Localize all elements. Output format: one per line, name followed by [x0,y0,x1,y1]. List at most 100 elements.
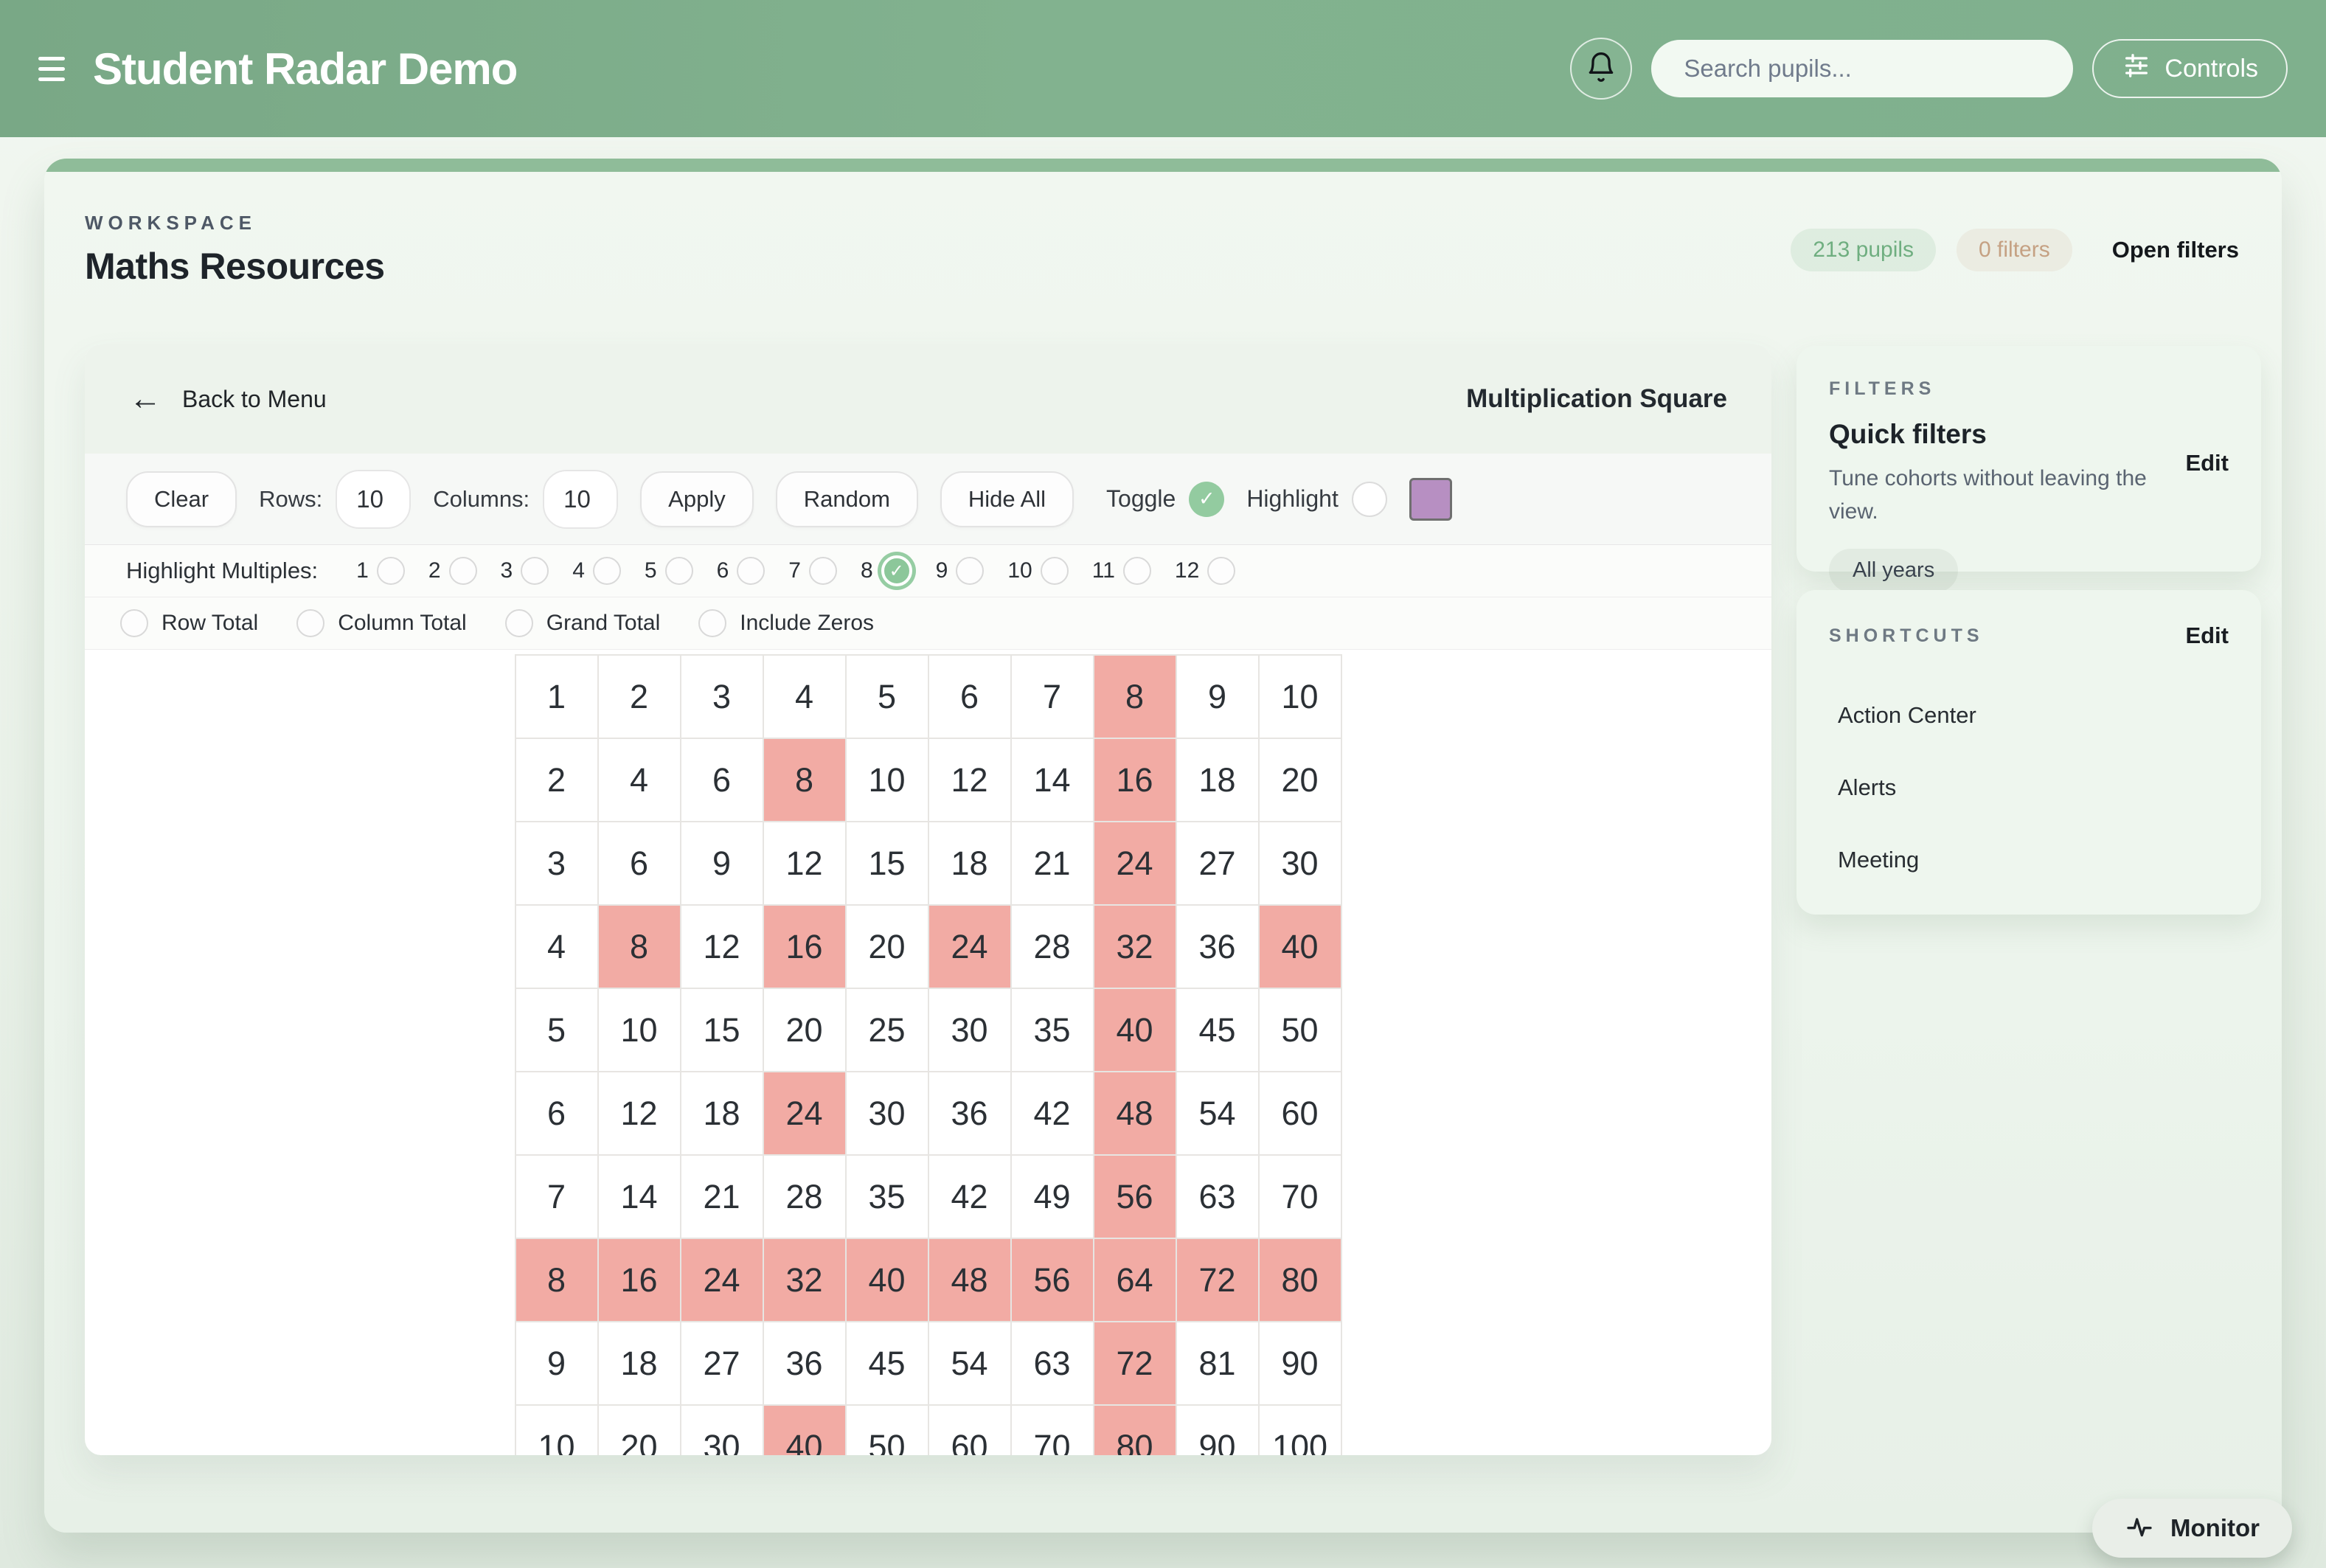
grid-cell[interactable]: 8 [515,1238,598,1322]
shortcut-item-alerts[interactable]: Alerts [1838,774,2229,801]
total-option-checkbox[interactable] [505,609,533,637]
grid-cell[interactable]: 8 [598,905,681,988]
multiple-option-radio[interactable] [665,557,693,585]
grid-cell[interactable]: 4 [515,905,598,988]
multiple-option-radio[interactable] [1123,557,1151,585]
grid-cell[interactable]: 36 [763,1322,846,1405]
grid-cell[interactable]: 56 [1011,1238,1094,1322]
grid-cell[interactable]: 40 [1094,988,1176,1072]
multiple-option-7[interactable]: 7 [788,557,837,585]
grid-cell[interactable]: 24 [763,1072,846,1155]
grid-cell[interactable]: 60 [1259,1072,1341,1155]
grid-cell[interactable]: 70 [1259,1155,1341,1238]
grid-cell[interactable]: 54 [928,1322,1011,1405]
grid-cell[interactable]: 45 [846,1322,928,1405]
grid-cell[interactable]: 16 [763,905,846,988]
total-option-include-zeros[interactable]: Include Zeros [698,609,874,637]
controls-button[interactable]: Controls [2092,39,2288,98]
multiple-option-radio[interactable] [593,557,621,585]
grid-cell[interactable]: 5 [846,655,928,738]
multiple-option-radio[interactable] [377,557,405,585]
grid-cell[interactable]: 8 [763,738,846,822]
grid-cell[interactable]: 50 [846,1405,928,1455]
grid-cell[interactable]: 63 [1011,1322,1094,1405]
grid-cell[interactable]: 80 [1259,1238,1341,1322]
grid-cell[interactable]: 15 [681,988,763,1072]
grid-cell[interactable]: 16 [1094,738,1176,822]
grid-cell[interactable]: 6 [681,738,763,822]
multiple-option-3[interactable]: 3 [501,557,549,585]
grid-cell[interactable]: 1 [515,655,598,738]
grid-cell[interactable]: 36 [1176,905,1259,988]
grid-cell[interactable]: 36 [928,1072,1011,1155]
highlight-checkbox[interactable] [1352,482,1387,517]
grid-cell[interactable]: 2 [515,738,598,822]
rows-input[interactable] [336,470,411,529]
grid-cell[interactable]: 32 [1094,905,1176,988]
grid-cell[interactable]: 21 [1011,822,1094,905]
grid-cell[interactable]: 27 [1176,822,1259,905]
grid-cell[interactable]: 30 [846,1072,928,1155]
grid-cell[interactable]: 30 [1259,822,1341,905]
multiple-option-8[interactable]: 8✓ [861,555,912,586]
grid-cell[interactable]: 28 [1011,905,1094,988]
grid-cell[interactable]: 7 [1011,655,1094,738]
grid-cell[interactable]: 42 [1011,1072,1094,1155]
grid-cell[interactable]: 35 [1011,988,1094,1072]
grid-cell[interactable]: 42 [928,1155,1011,1238]
grid-cell[interactable]: 72 [1094,1322,1176,1405]
grid-cell[interactable]: 18 [928,822,1011,905]
open-filters-button[interactable]: Open filters [2112,237,2239,263]
grid-cell[interactable]: 63 [1176,1155,1259,1238]
multiple-option-radio[interactable] [956,557,984,585]
grid-cell[interactable]: 20 [598,1405,681,1455]
multiple-option-radio[interactable] [737,557,765,585]
grid-cell[interactable]: 3 [681,655,763,738]
grid-cell[interactable]: 18 [681,1072,763,1155]
grid-cell[interactable]: 12 [763,822,846,905]
search-input[interactable] [1651,40,2073,97]
multiple-option-radio[interactable] [449,557,477,585]
grid-cell[interactable]: 32 [763,1238,846,1322]
grid-cell[interactable]: 10 [846,738,928,822]
multiple-option-radio[interactable] [1041,557,1069,585]
grid-cell[interactable]: 9 [681,822,763,905]
grid-cell[interactable]: 2 [598,655,681,738]
grid-cell[interactable]: 27 [681,1322,763,1405]
grid-cell[interactable]: 10 [1259,655,1341,738]
grid-cell[interactable]: 90 [1176,1405,1259,1455]
grid-cell[interactable]: 60 [928,1405,1011,1455]
grid-cell[interactable]: 24 [681,1238,763,1322]
multiple-option-1[interactable]: 1 [356,557,405,585]
grid-cell[interactable]: 80 [1094,1405,1176,1455]
grid-cell[interactable]: 30 [928,988,1011,1072]
grid-cell[interactable]: 15 [846,822,928,905]
grid-cell[interactable]: 48 [1094,1072,1176,1155]
columns-input[interactable] [543,470,618,529]
multiple-option-11[interactable]: 11 [1092,557,1151,585]
multiple-option-2[interactable]: 2 [428,557,477,585]
multiple-option-radio[interactable] [521,557,549,585]
shortcut-item-action-center[interactable]: Action Center [1838,702,2229,729]
multiple-option-radio[interactable] [1207,557,1235,585]
grid-cell[interactable]: 12 [681,905,763,988]
grid-cell[interactable]: 10 [515,1405,598,1455]
grid-cell[interactable]: 9 [1176,655,1259,738]
grid-cell[interactable]: 3 [515,822,598,905]
grid-cell[interactable]: 16 [598,1238,681,1322]
grid-cell[interactable]: 6 [928,655,1011,738]
grid-cell[interactable]: 4 [598,738,681,822]
grid-cell[interactable]: 18 [1176,738,1259,822]
grid-cell[interactable]: 7 [515,1155,598,1238]
total-option-checkbox[interactable] [120,609,148,637]
grid-cell[interactable]: 54 [1176,1072,1259,1155]
multiple-option-12[interactable]: 12 [1175,557,1235,585]
grid-cell[interactable]: 21 [681,1155,763,1238]
grid-cell[interactable]: 49 [1011,1155,1094,1238]
multiple-option-9[interactable]: 9 [936,557,985,585]
grid-cell[interactable]: 9 [515,1322,598,1405]
total-option-row-total[interactable]: Row Total [120,609,258,637]
highlight-color-swatch[interactable] [1409,478,1452,521]
grid-cell[interactable]: 90 [1259,1322,1341,1405]
grid-cell[interactable]: 12 [598,1072,681,1155]
